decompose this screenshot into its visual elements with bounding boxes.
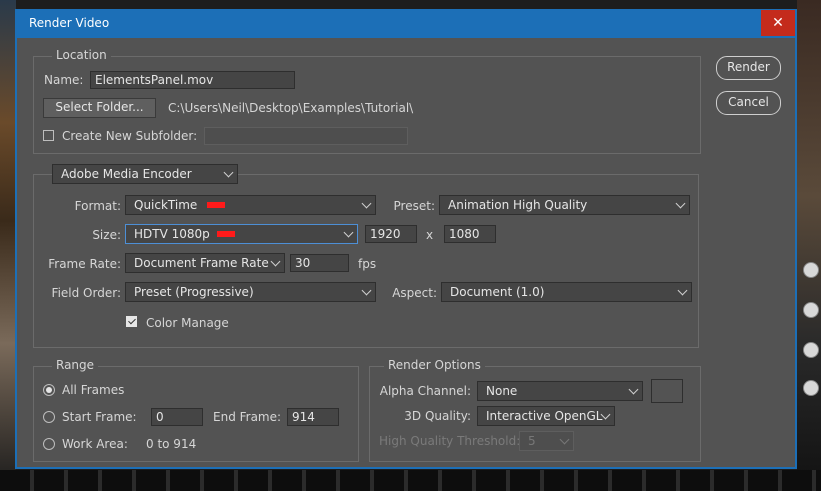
color-manage-label: Color Manage	[146, 316, 229, 330]
render-button[interactable]: Render	[716, 56, 781, 80]
chevron-down-icon	[628, 384, 639, 395]
frame-rate-select[interactable]: Document Frame Rate	[125, 253, 285, 273]
knob-icon	[803, 262, 819, 278]
location-group-label: Location	[52, 48, 111, 62]
knob-icon	[803, 380, 819, 396]
red-marker	[217, 231, 235, 237]
range-group-label: Range	[52, 358, 99, 372]
name-field[interactable]: ElementsPanel.mov	[90, 71, 295, 89]
encoder-select[interactable]: Adobe Media Encoder	[52, 164, 238, 184]
red-marker	[207, 202, 225, 208]
chevron-down-icon	[677, 285, 688, 296]
chevron-down-icon	[361, 198, 372, 209]
knob-icon	[803, 302, 819, 318]
select-folder-button[interactable]: Select Folder...	[43, 98, 156, 118]
chevron-down-icon	[223, 167, 234, 178]
alpha-color-swatch[interactable]	[651, 379, 683, 403]
work-area-label: Work Area:	[62, 437, 128, 451]
close-button[interactable]: ✕	[761, 10, 795, 36]
height-field[interactable]: 1080	[444, 225, 496, 243]
3d-quality-select-value: Interactive OpenGL	[486, 409, 603, 423]
field-order-select[interactable]: Preset (Progressive)	[125, 282, 376, 302]
desktop-background-keyboard	[0, 470, 821, 491]
3d-quality-select[interactable]: Interactive OpenGL	[477, 406, 615, 426]
field-order-label: Field Order:	[51, 286, 121, 300]
frame-rate-label: Frame Rate:	[48, 257, 121, 271]
all-frames-label: All Frames	[62, 383, 125, 397]
size-select[interactable]: HDTV 1080p	[125, 224, 358, 244]
size-separator: x	[426, 228, 434, 242]
start-frame-field[interactable]: 0	[151, 408, 203, 426]
desktop-background-right	[797, 0, 821, 491]
frame-rate-select-value: Document Frame Rate	[134, 256, 269, 270]
aspect-label: Aspect:	[392, 286, 437, 300]
color-manage-checkbox[interactable]	[126, 316, 137, 327]
start-frame-label: Start Frame:	[62, 410, 137, 424]
end-frame-label: End Frame:	[213, 410, 282, 424]
fps-unit-label: fps	[358, 257, 377, 271]
subfolder-name-field[interactable]	[204, 127, 408, 145]
cancel-button[interactable]: Cancel	[716, 91, 781, 115]
work-area-radio[interactable]	[43, 438, 55, 450]
size-select-value: HDTV 1080p	[134, 227, 210, 241]
alpha-channel-label: Alpha Channel:	[379, 384, 471, 398]
chevron-down-icon	[559, 434, 570, 445]
close-icon: ✕	[772, 15, 784, 31]
render-video-dialog: Render Video ✕ Location Name: ElementsPa…	[15, 9, 797, 469]
dialog-body: Location Name: ElementsPanel.mov Select …	[17, 38, 795, 467]
chevron-down-icon	[675, 198, 686, 209]
name-label: Name:	[44, 73, 84, 87]
chevron-down-icon	[361, 285, 372, 296]
work-area-value: 0 to 914	[146, 437, 197, 451]
knob-icon	[803, 342, 819, 358]
format-select[interactable]: QuickTime	[125, 195, 376, 215]
format-select-value: QuickTime	[134, 198, 198, 212]
alpha-channel-select-value: None	[486, 384, 518, 398]
aspect-select[interactable]: Document (1.0)	[441, 282, 692, 302]
desktop-background-left	[0, 0, 16, 491]
field-order-select-value: Preset (Progressive)	[134, 285, 254, 299]
width-field[interactable]: 1920	[365, 225, 417, 243]
high-quality-threshold-value: 5	[528, 434, 536, 448]
start-frame-radio[interactable]	[43, 411, 55, 423]
preset-select[interactable]: Animation High Quality	[439, 195, 690, 215]
create-subfolder-label: Create New Subfolder:	[62, 129, 198, 143]
all-frames-radio[interactable]	[43, 384, 55, 396]
title-bar[interactable]: Render Video ✕	[15, 9, 797, 38]
create-subfolder-checkbox[interactable]	[43, 130, 54, 141]
folder-path: C:\Users\Neil\Desktop\Examples\Tutorial\	[168, 101, 414, 115]
format-label: Format:	[74, 199, 121, 213]
dialog-title: Render Video	[29, 16, 110, 30]
chevron-down-icon	[270, 256, 281, 267]
3d-quality-label: 3D Quality:	[404, 409, 471, 423]
render-options-group-label: Render Options	[384, 358, 485, 372]
chevron-down-icon	[343, 227, 354, 238]
preset-label: Preset:	[393, 199, 435, 213]
high-quality-threshold-select[interactable]: 5	[519, 431, 574, 451]
alpha-channel-select[interactable]: None	[477, 381, 643, 401]
size-label: Size:	[92, 228, 121, 242]
end-frame-field[interactable]: 914	[287, 408, 339, 426]
encoder-select-value: Adobe Media Encoder	[61, 167, 192, 181]
preset-select-value: Animation High Quality	[448, 198, 588, 212]
fps-field[interactable]: 30	[290, 254, 349, 272]
high-quality-threshold-label: High Quality Threshold:	[379, 434, 521, 448]
aspect-select-value: Document (1.0)	[450, 285, 545, 299]
